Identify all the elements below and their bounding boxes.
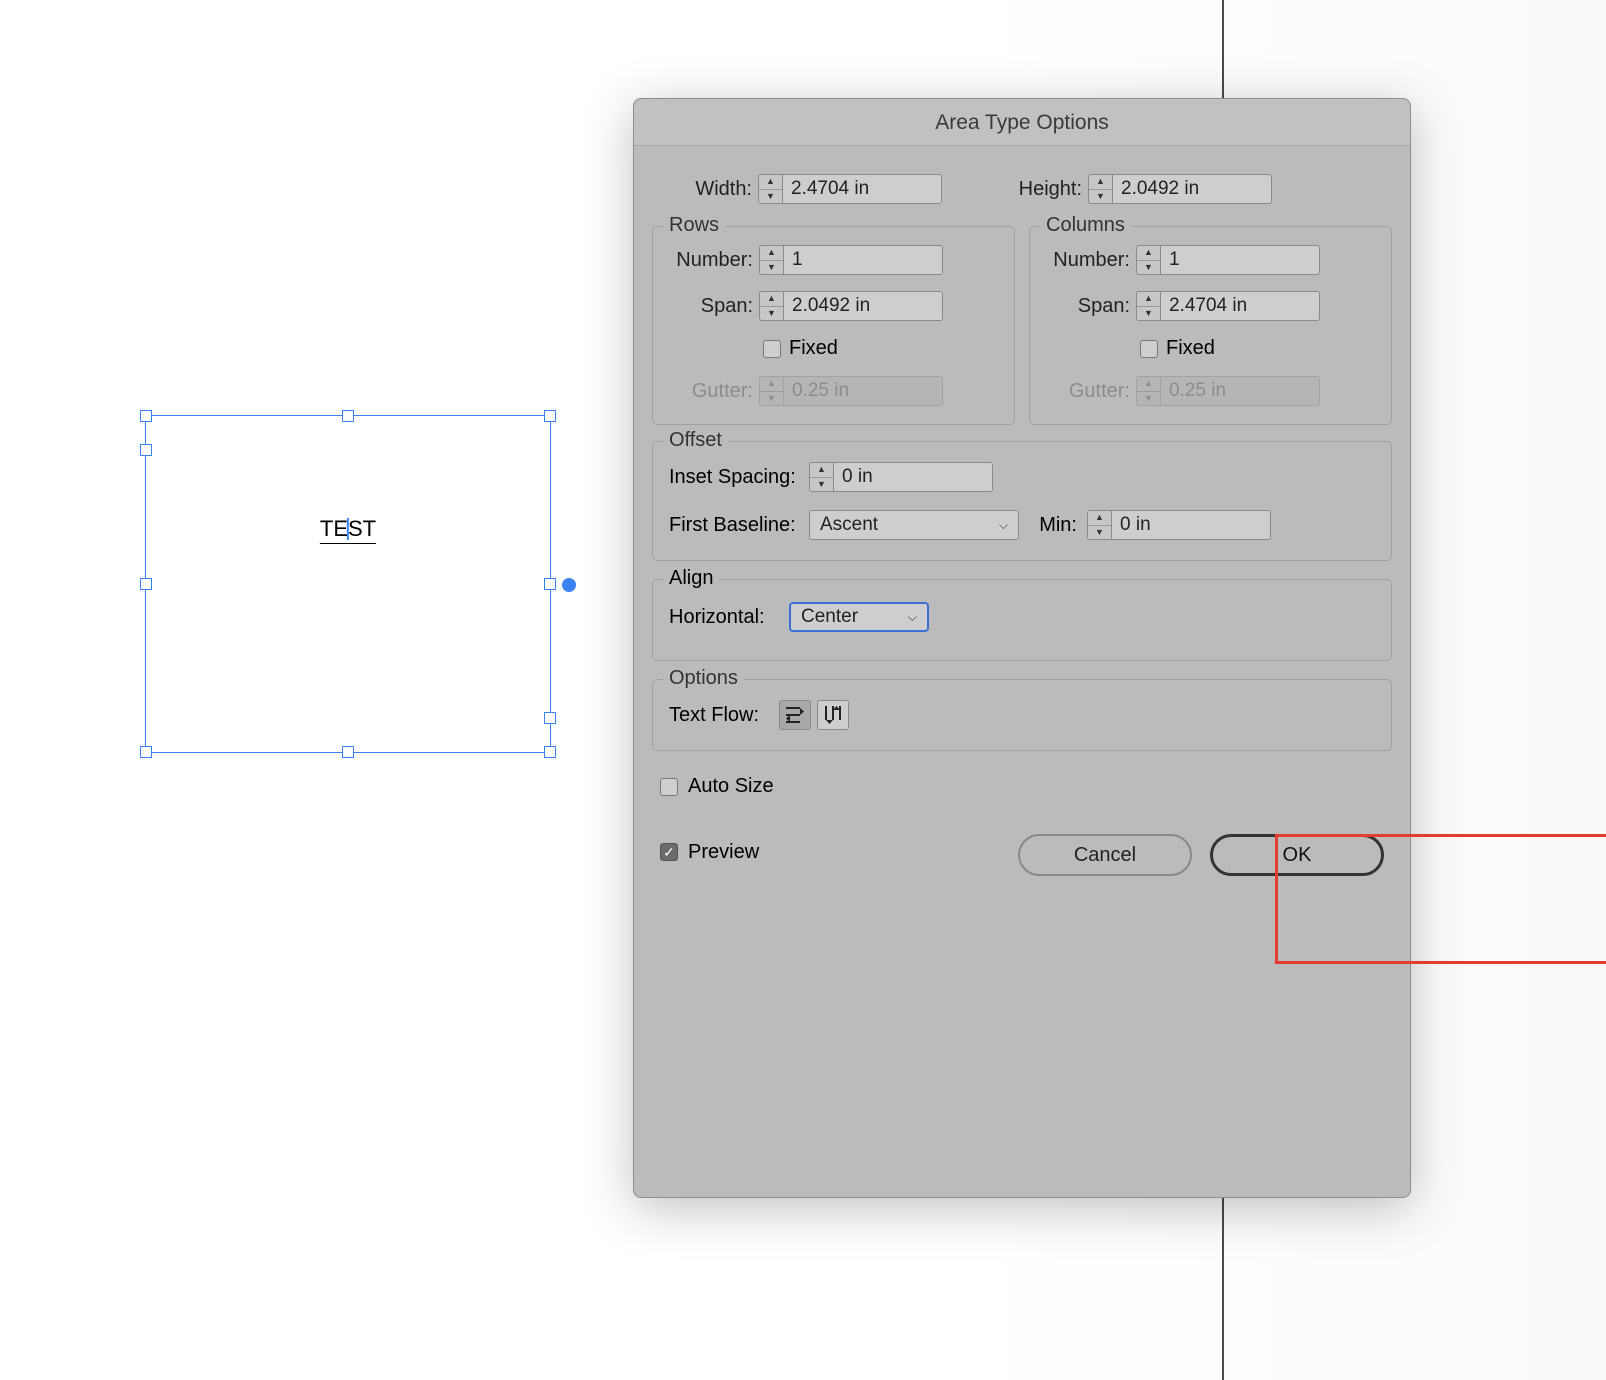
align-legend: Align (663, 567, 719, 590)
stepper-arrows-icon: ▲▼ (1136, 376, 1160, 406)
align-horizontal-label: Horizontal: (669, 606, 779, 629)
rows-gutter-input (783, 376, 943, 406)
rows-legend: Rows (663, 214, 725, 237)
columns-span-input[interactable] (1160, 291, 1320, 321)
columns-span-field[interactable]: ▲▼ (1136, 291, 1320, 321)
stepper-arrows-icon[interactable]: ▲▼ (809, 462, 833, 492)
columns-span-label: Span: (1044, 295, 1130, 318)
handle[interactable] (140, 746, 152, 758)
inset-spacing-input[interactable] (833, 462, 993, 492)
rows-fixed-checkbox[interactable] (763, 340, 781, 358)
align-horizontal-dropdown[interactable]: Center ⌵ (789, 602, 929, 632)
stepper-arrows-icon[interactable]: ▲▼ (759, 245, 783, 275)
handle[interactable] (140, 410, 152, 422)
stepper-arrows-icon[interactable]: ▲▼ (1087, 510, 1111, 540)
stepper-arrows-icon[interactable]: ▲▼ (1136, 291, 1160, 321)
columns-legend: Columns (1040, 214, 1131, 237)
first-baseline-label: First Baseline: (669, 514, 799, 537)
chevron-down-icon: ⌵ (999, 518, 1008, 533)
canvas-text[interactable]: TEST (320, 516, 376, 542)
offset-group: Offset Inset Spacing: ▲▼ First Baseline:… (652, 441, 1392, 561)
ok-button[interactable]: OK (1210, 834, 1384, 876)
rows-gutter-label: Gutter: (667, 380, 753, 403)
area-type-options-dialog: Area Type Options Width: ▲▼ Height: ▲▼ (633, 98, 1411, 1198)
align-group: Align Horizontal: Center ⌵ (652, 579, 1392, 661)
handle[interactable] (140, 578, 152, 590)
height-label: Height: (992, 178, 1082, 201)
handle[interactable] (544, 746, 556, 758)
handle[interactable] (544, 578, 556, 590)
preview-label: Preview (688, 841, 759, 864)
rows-group: Rows Number: ▲▼ Span: ▲▼ (652, 226, 1015, 425)
auto-size-checkbox[interactable] (660, 778, 678, 796)
columns-number-input[interactable] (1160, 245, 1320, 275)
handle[interactable] (342, 746, 354, 758)
textflow-ltr-rows-button[interactable] (779, 700, 811, 730)
inset-spacing-label: Inset Spacing: (669, 466, 799, 489)
columns-number-field[interactable]: ▲▼ (1136, 245, 1320, 275)
chevron-down-icon: ⌵ (908, 610, 917, 625)
align-horizontal-value: Center (801, 606, 858, 628)
textflow-label: Text Flow: (669, 704, 769, 727)
in-port[interactable] (140, 444, 152, 456)
options-legend: Options (663, 667, 744, 690)
columns-gutter-input (1160, 376, 1320, 406)
height-input[interactable] (1112, 174, 1272, 204)
textflow-ttb-cols-button[interactable] (817, 700, 849, 730)
min-field[interactable]: ▲▼ (1087, 510, 1271, 540)
stepper-arrows-icon[interactable]: ▲▼ (1136, 245, 1160, 275)
textflow-ltr-rows-icon (785, 706, 805, 724)
columns-gutter-field: ▲▼ (1136, 376, 1320, 406)
first-baseline-value: Ascent (820, 514, 878, 536)
canvas-text-frame[interactable]: TEST (145, 415, 551, 753)
stepper-arrows-icon[interactable]: ▲▼ (758, 174, 782, 204)
columns-fixed-checkbox[interactable] (1140, 340, 1158, 358)
min-label: Min: (1029, 514, 1077, 537)
cancel-button[interactable]: Cancel (1018, 834, 1192, 876)
options-group: Options Text Flow: (652, 679, 1392, 751)
handle[interactable] (544, 410, 556, 422)
handle[interactable] (342, 410, 354, 422)
preview-checkbox[interactable]: ✓ (660, 843, 678, 861)
rows-number-field[interactable]: ▲▼ (759, 245, 943, 275)
thread-out-dot[interactable] (562, 578, 576, 592)
width-label: Width: (662, 178, 752, 201)
columns-gutter-label: Gutter: (1044, 380, 1130, 403)
rows-number-input[interactable] (783, 245, 943, 275)
first-baseline-dropdown[interactable]: Ascent ⌵ (809, 510, 1019, 540)
height-field[interactable]: ▲▼ (1088, 174, 1272, 204)
textflow-ttb-cols-icon (824, 705, 842, 725)
columns-group: Columns Number: ▲▼ Span: ▲▼ (1029, 226, 1392, 425)
rows-gutter-field: ▲▼ (759, 376, 943, 406)
rows-span-field[interactable]: ▲▼ (759, 291, 943, 321)
rows-span-label: Span: (667, 295, 753, 318)
stepper-arrows-icon[interactable]: ▲▼ (759, 291, 783, 321)
width-input[interactable] (782, 174, 942, 204)
rows-span-input[interactable] (783, 291, 943, 321)
inset-spacing-field[interactable]: ▲▼ (809, 462, 993, 492)
rows-number-label: Number: (667, 249, 753, 272)
columns-number-label: Number: (1044, 249, 1130, 272)
stepper-arrows-icon[interactable]: ▲▼ (1088, 174, 1112, 204)
width-field[interactable]: ▲▼ (758, 174, 942, 204)
stepper-arrows-icon: ▲▼ (759, 376, 783, 406)
offset-legend: Offset (663, 429, 728, 452)
rows-fixed-label: Fixed (789, 337, 838, 360)
columns-fixed-label: Fixed (1166, 337, 1215, 360)
auto-size-label: Auto Size (688, 775, 774, 798)
dialog-title: Area Type Options (634, 99, 1410, 146)
out-port[interactable] (544, 712, 556, 724)
min-input[interactable] (1111, 510, 1271, 540)
